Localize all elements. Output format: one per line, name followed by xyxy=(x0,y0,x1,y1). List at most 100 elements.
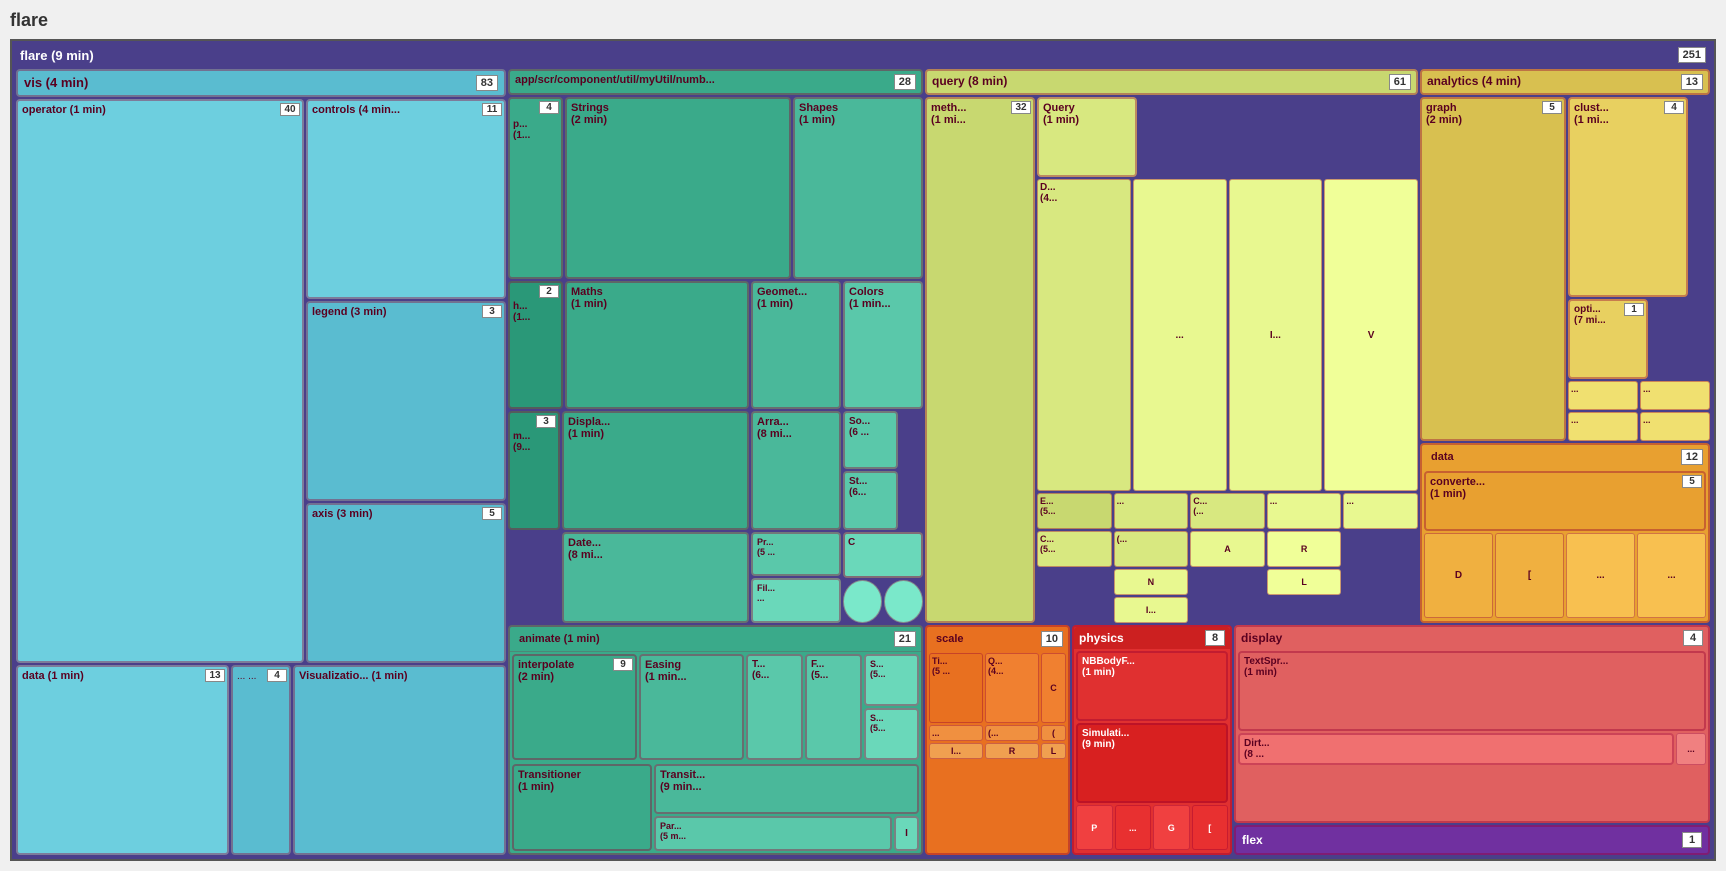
dg-b[interactable]: [ xyxy=(1495,533,1564,618)
controls-node[interactable]: controls (4 min... 11 xyxy=(306,99,506,299)
ana-s4[interactable]: ... xyxy=(1640,412,1710,441)
qr-d-node[interactable]: D...(4... xyxy=(1037,179,1131,491)
sc-d3[interactable]: ( xyxy=(1041,725,1066,741)
colors-node[interactable]: Colors(1 min... xyxy=(843,281,923,409)
qr-a[interactable]: A xyxy=(1190,531,1265,567)
t-node[interactable]: T...(6... xyxy=(746,654,803,760)
vis-section-header[interactable]: vis (4 min) 83 xyxy=(16,69,506,97)
data-section-header[interactable]: data 12 xyxy=(1422,445,1708,469)
sc-r[interactable]: R xyxy=(985,743,1039,759)
data-vis-node[interactable]: data (1 min) 13 xyxy=(16,665,229,855)
physics-header[interactable]: physics 8 xyxy=(1074,627,1230,649)
f-node[interactable]: F...(5... xyxy=(805,654,862,760)
h-node[interactable]: 2 h...(1... xyxy=(508,281,563,409)
m-node[interactable]: 3 m...(9... xyxy=(508,411,560,530)
opti-node[interactable]: 1 opti...(7 mi... xyxy=(1568,299,1648,379)
flex-section[interactable]: flex 1 xyxy=(1234,825,1710,855)
s2-node[interactable]: S...(5... xyxy=(864,708,919,760)
clust-node[interactable]: 4 clust...(1 mi... xyxy=(1568,97,1688,297)
treemap-title: flare (9 min) xyxy=(20,48,94,63)
pr-node[interactable]: Pr...(5 ... xyxy=(751,532,841,577)
qr-e[interactable]: E...(5... xyxy=(1037,493,1112,529)
vis-small1[interactable]: 4 ... ... xyxy=(231,665,291,855)
ph-d[interactable]: ... xyxy=(1115,805,1152,850)
dg-d3[interactable]: ... xyxy=(1637,533,1706,618)
data-section-body: 5 converte...(1 min) D [ ... ... xyxy=(1422,469,1708,621)
analytics-header[interactable]: analytics (4 min) 13 xyxy=(1420,69,1710,95)
qr-d3[interactable]: ... xyxy=(1267,493,1342,529)
sc-c[interactable]: C xyxy=(1041,653,1066,723)
so-node[interactable]: So...(6 ... xyxy=(843,411,898,469)
qr-c3[interactable]: (... xyxy=(1114,531,1189,567)
strings-node[interactable]: Strings(2 min) xyxy=(565,97,791,279)
qr-r[interactable]: R xyxy=(1267,531,1342,567)
i-node[interactable]: I xyxy=(894,816,919,851)
display-header[interactable]: display 4 xyxy=(1236,627,1708,649)
ana-s2[interactable]: ... xyxy=(1640,381,1710,410)
sc-l[interactable]: L xyxy=(1041,743,1066,759)
app-header[interactable]: app/scr/component/util/myUtil/numb... 28 xyxy=(508,69,923,95)
operator-node[interactable]: operator (1 min) 40 xyxy=(16,99,304,663)
dg-d[interactable]: D xyxy=(1424,533,1493,618)
meth-node[interactable]: 32 meth...(1 mi... xyxy=(925,97,1035,623)
data-section: data 12 5 converte...(1 min) D [ .. xyxy=(1420,443,1710,623)
query-item-node[interactable]: Query(1 min) xyxy=(1037,97,1137,177)
axis-node[interactable]: axis (3 min) 5 xyxy=(306,503,506,663)
qr-n[interactable]: N xyxy=(1114,569,1189,595)
qr-d4[interactable]: ... xyxy=(1343,493,1418,529)
fil-node[interactable]: Fil...... xyxy=(751,578,841,623)
visualization-node[interactable]: Visualizatio... (1 min) xyxy=(293,665,506,855)
st-node[interactable]: St...(6... xyxy=(843,471,898,529)
shapes-node[interactable]: Shapes(1 min) xyxy=(793,97,923,279)
sc-q[interactable]: Q...(4... xyxy=(985,653,1039,723)
qr-v-node[interactable]: V xyxy=(1324,179,1418,491)
interp-node[interactable]: 9 interpolate(2 min) xyxy=(512,654,637,760)
s1-node[interactable]: S...(5... xyxy=(864,654,919,706)
date-node[interactable]: Date...(8 mi... xyxy=(562,532,749,623)
sc-ti[interactable]: Ti...(5 ... xyxy=(929,653,983,723)
oo-node1[interactable] xyxy=(843,580,882,623)
c-label: C xyxy=(845,534,921,551)
controls-badge: 11 xyxy=(482,103,502,116)
simulati-node[interactable]: Simulati...(9 min) xyxy=(1076,723,1228,803)
qr-d2[interactable]: ... xyxy=(1114,493,1189,529)
textspr-node[interactable]: TextSpr...(1 min) xyxy=(1238,651,1706,731)
ph-g[interactable]: G xyxy=(1153,805,1190,850)
qr-c1[interactable]: C...(... xyxy=(1190,493,1265,529)
ph-p[interactable]: P xyxy=(1076,805,1113,850)
sc-d1[interactable]: ... xyxy=(929,725,983,741)
sc-i[interactable]: I... xyxy=(929,743,983,759)
arra-node[interactable]: Arra...(8 mi... xyxy=(751,411,841,530)
maths-node[interactable]: Maths(1 min) xyxy=(565,281,749,409)
displa-node[interactable]: Displa...(1 min) xyxy=(562,411,749,530)
dirt-node[interactable]: Dirt...(8 ... xyxy=(1238,733,1674,765)
ana-s3[interactable]: ... xyxy=(1568,412,1638,441)
converte-node[interactable]: 5 converte...(1 min) xyxy=(1424,471,1706,531)
geomet-node[interactable]: Geomet...(1 min) xyxy=(751,281,841,409)
strings-label: Strings(2 min) xyxy=(567,99,789,129)
query-header[interactable]: query (8 min) 61 xyxy=(925,69,1418,95)
qr-dots-node[interactable]: ... xyxy=(1133,179,1227,491)
display-dots[interactable]: ... xyxy=(1676,733,1706,765)
oo-node2[interactable] xyxy=(884,580,923,623)
nbodyf-node[interactable]: NBBodyF...(1 min) xyxy=(1076,651,1228,721)
graph-node[interactable]: 5 graph(2 min) xyxy=(1420,97,1566,441)
ana-s1[interactable]: ... xyxy=(1568,381,1638,410)
legend-node[interactable]: legend (3 min) 3 xyxy=(306,301,506,501)
par-node[interactable]: Par...(5 m... xyxy=(654,816,892,851)
dg-d2[interactable]: ... xyxy=(1566,533,1635,618)
scale-header[interactable]: scale 10 xyxy=(927,627,1068,651)
animate-header[interactable]: animate (1 min) 21 xyxy=(510,627,921,652)
trans-node[interactable]: Transitioner(1 min) xyxy=(512,764,652,851)
query-grid-area: D...(4... ... I... V xyxy=(1037,179,1418,491)
p-node[interactable]: 4 p...(1... xyxy=(508,97,563,279)
sc-d2[interactable]: (... xyxy=(985,725,1039,741)
qr-i[interactable]: I... xyxy=(1114,597,1189,623)
c-node[interactable]: C xyxy=(843,532,923,579)
qr-i2-node[interactable]: I... xyxy=(1229,179,1323,491)
qr-c2[interactable]: C...(5... xyxy=(1037,531,1112,567)
transit-node[interactable]: Transit...(9 min... xyxy=(654,764,919,814)
qr-l[interactable]: L xyxy=(1267,569,1342,595)
ph-b[interactable]: [ xyxy=(1192,805,1229,850)
easing-node[interactable]: Easing(1 min... xyxy=(639,654,744,760)
